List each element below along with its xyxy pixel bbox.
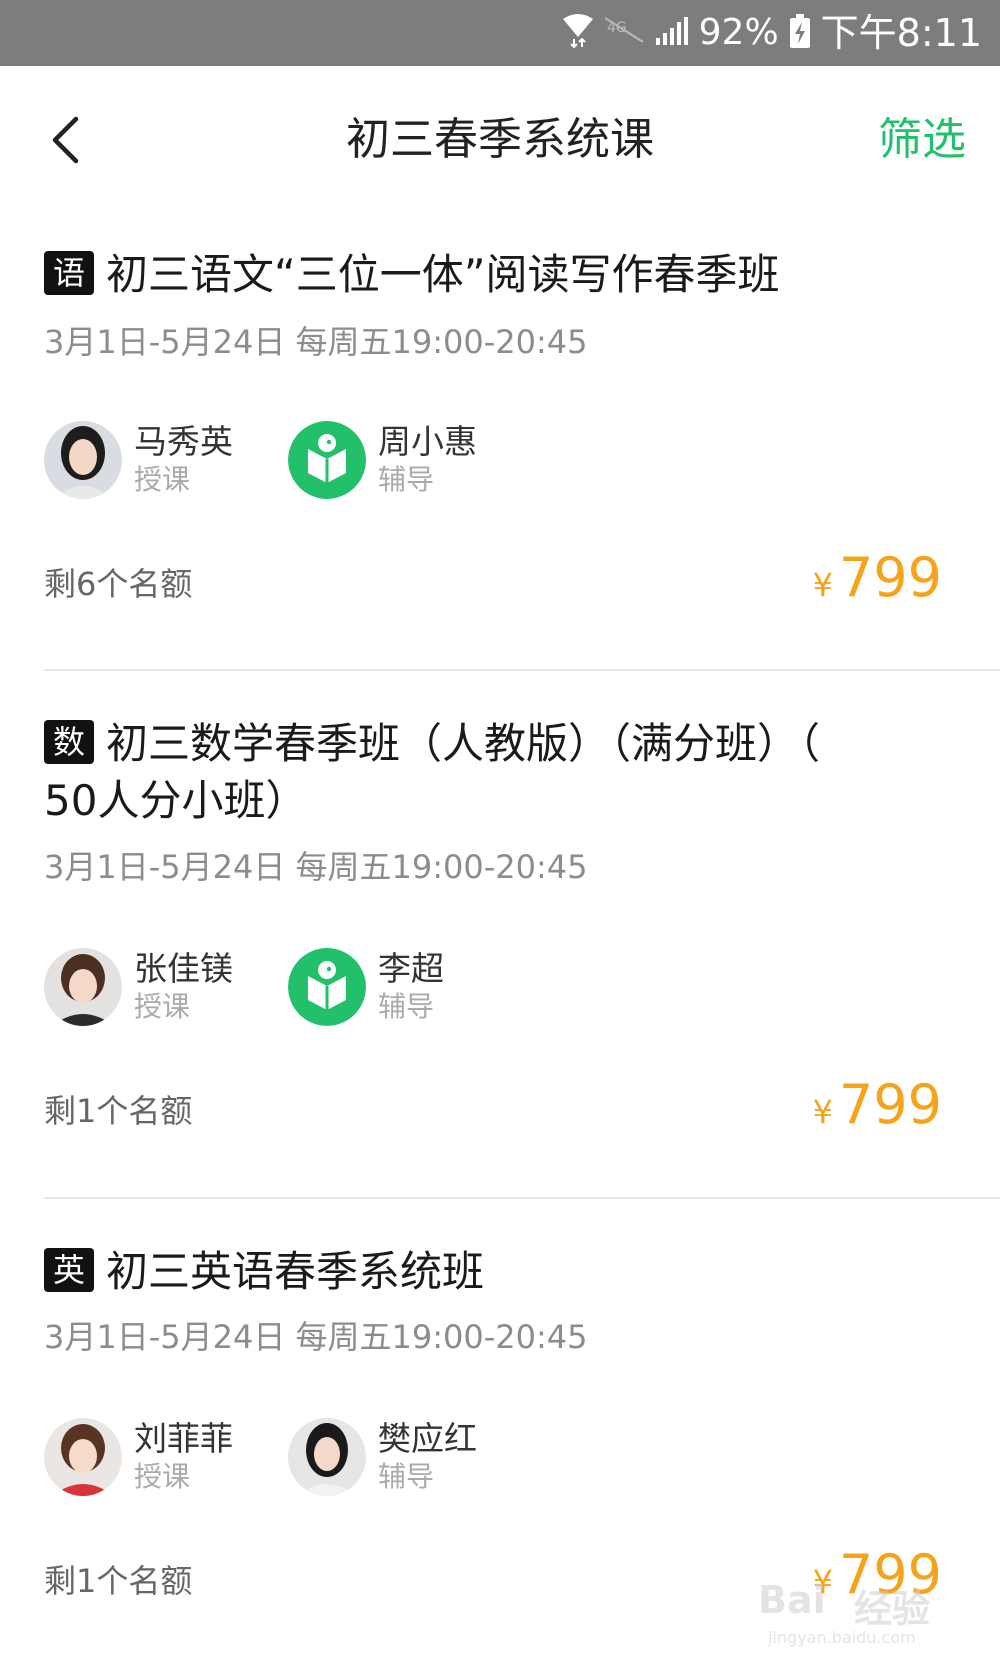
- signal-icon: [655, 16, 689, 50]
- course-card[interactable]: 语初三语文“三位一体”阅读写作春季班 3月1日-5月24日 每周五19:00-2…: [44, 216, 1000, 671]
- status-icons: 4G 92% 下午8:11: [561, 10, 982, 56]
- course-date: 3月1日-5月24日 每周五19:00-20:45: [44, 323, 588, 361]
- avatar: [44, 421, 122, 499]
- course-price: ¥799: [813, 1073, 942, 1150]
- course-title-text: 初三英语春季系统班: [106, 1247, 485, 1296]
- filter-button[interactable]: 筛选: [878, 112, 966, 168]
- teacher-name: 周小惠: [378, 422, 477, 461]
- subject-badge: 语: [44, 251, 94, 295]
- teacher-name: 李超: [378, 949, 444, 988]
- teacher-role: 辅导: [378, 1460, 435, 1493]
- course-date: 3月1日-5月24日 每周五19:00-20:45: [44, 1318, 588, 1356]
- teacher-name: 张佳镁: [134, 949, 233, 988]
- course-price: ¥799: [813, 546, 942, 623]
- watermark-url: jingyan.baidu.com: [768, 1628, 916, 1647]
- quota-remaining: 剩6个名额: [44, 565, 193, 603]
- battery-percent: 92%: [698, 12, 779, 53]
- teacher-role: 授课: [134, 1460, 191, 1493]
- teacher-name: 刘菲菲: [134, 1419, 233, 1458]
- subject-badge: 数: [44, 720, 94, 764]
- course-title: 英初三英语春季系统班: [44, 1243, 944, 1300]
- svg-text:4G: 4G: [607, 20, 627, 36]
- quota-remaining: 剩1个名额: [44, 1562, 193, 1600]
- baidu-watermark: Bai 经验 jingyan.baidu.com: [758, 1568, 948, 1658]
- app-logo-avatar: [288, 948, 366, 1026]
- course-title: 数初三数学春季班（人教版）（满分班）（ 50人分小班）: [44, 715, 944, 829]
- watermark-brand-2: 经验: [854, 1587, 931, 1631]
- teacher-tutor[interactable]: 樊应红 辅导: [288, 1417, 477, 1497]
- course-title-text: 初三数学春季班（人教版）（满分班）（: [106, 719, 821, 768]
- app-header: 初三春季系统课 筛选: [0, 66, 1000, 216]
- price-value: 799: [838, 1073, 942, 1136]
- teacher-role: 辅导: [378, 990, 435, 1023]
- teacher-role: 授课: [134, 990, 191, 1023]
- teacher-name: 马秀英: [134, 422, 233, 461]
- currency-symbol: ¥: [812, 566, 833, 604]
- course-title: 语初三语文“三位一体”阅读写作春季班: [44, 246, 944, 303]
- avatar: [44, 1418, 122, 1496]
- teacher-role: 授课: [134, 463, 191, 496]
- course-card[interactable]: 数初三数学春季班（人教版）（满分班）（ 50人分小班） 3月1日-5月24日 每…: [44, 671, 1000, 1199]
- wifi-icon: [561, 13, 595, 53]
- teacher-role: 辅导: [378, 463, 435, 496]
- quota-remaining: 剩1个名额: [44, 1092, 193, 1130]
- battery-charging-icon: [789, 13, 811, 53]
- teacher-name: 樊应红: [378, 1419, 477, 1458]
- teacher-tutor[interactable]: 周小惠 辅导: [288, 420, 477, 500]
- price-value: 799: [838, 546, 942, 609]
- page-title: 初三春季系统课: [346, 114, 654, 165]
- course-date: 3月1日-5月24日 每周五19:00-20:45: [44, 848, 588, 886]
- watermark-brand: Bai: [758, 1578, 826, 1622]
- subject-badge: 英: [44, 1248, 94, 1292]
- network-4g-icon: 4G: [604, 16, 645, 50]
- teacher-instructor[interactable]: 刘菲菲 授课: [44, 1417, 233, 1497]
- status-time: 下午8:11: [820, 11, 982, 55]
- course-title-text-line2: 50人分小班）: [44, 776, 308, 825]
- app-logo-avatar: [288, 421, 366, 499]
- avatar: [44, 948, 122, 1026]
- status-bar: 4G 92% 下午8:11: [0, 0, 1000, 66]
- currency-symbol: ¥: [812, 1093, 833, 1131]
- teacher-tutor[interactable]: 李超 辅导: [288, 947, 444, 1027]
- course-title-text: 初三语文“三位一体”阅读写作春季班: [106, 250, 780, 299]
- teacher-instructor[interactable]: 马秀英 授课: [44, 420, 233, 500]
- teacher-instructor[interactable]: 张佳镁 授课: [44, 947, 233, 1027]
- avatar: [288, 1418, 366, 1496]
